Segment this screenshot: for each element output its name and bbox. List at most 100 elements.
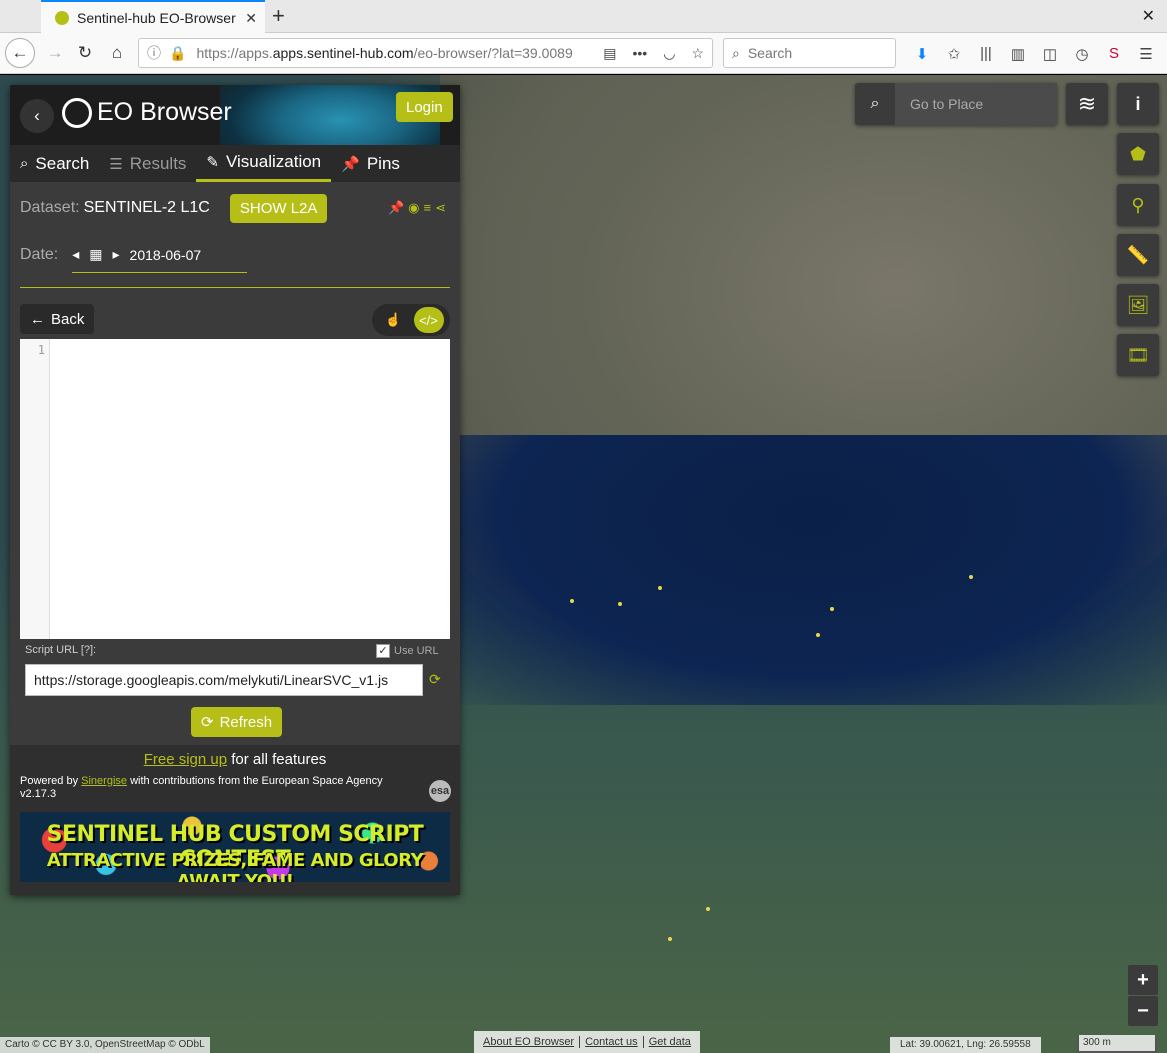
prev-date-icon[interactable]: ◂ <box>72 246 79 263</box>
zoom-in-button[interactable]: + <box>1128 965 1158 995</box>
sliders-icon[interactable]: ≡ <box>424 200 436 215</box>
pin-icon[interactable]: 📌 <box>388 200 408 215</box>
dataset-value: SENTINEL-2 L1C <box>83 199 210 216</box>
lat-lng-readout: Lat: 39.00621, Lng: 26.59558 <box>890 1037 1041 1053</box>
dataset-label: Dataset: <box>20 199 80 216</box>
date-picker[interactable]: ◂ ▦ ▸ 2018-06-07 <box>72 237 248 273</box>
browser-search-input[interactable]: ⌕ Search <box>723 38 896 68</box>
tab-label: Results <box>129 153 187 173</box>
date-label: Date: <box>20 246 59 263</box>
search-icon: ⌕ <box>732 44 740 61</box>
visibility-icon[interactable]: ◉ <box>408 200 423 215</box>
free-signup-link[interactable]: Free sign up <box>144 751 227 768</box>
go-to-place[interactable]: ⌕ Go to Place <box>855 83 1057 125</box>
bookmark-star-icon[interactable]: ☆ <box>691 45 704 62</box>
get-data-link[interactable]: Get data <box>644 1036 696 1048</box>
signup-rest: for all features <box>227 751 327 768</box>
browser-toolbar-icons: ⬇ ✩ ||| ▥ ◫ ◷ S ☰ <box>906 33 1162 74</box>
contributions-text: with contributions from the European Spa… <box>127 775 383 787</box>
banner-line-2: ATTRACTIVE PRIZES, FAME AND GLORY AWAIT … <box>46 850 424 882</box>
coastal-water <box>440 435 1167 705</box>
login-button[interactable]: Login <box>396 92 453 122</box>
history-icon[interactable]: ◷ <box>1066 45 1098 63</box>
browser-tab-bar: Sentinel-hub EO-Browser ✕ + ✕ <box>0 0 1167 34</box>
more-actions-icon[interactable]: ••• <box>633 45 648 61</box>
map-marker-icon[interactable]: ⚲ <box>1117 184 1159 226</box>
footer-links: About EO Browser Contact us Get data <box>474 1031 700 1053</box>
tab-search[interactable]: ⌕ Search <box>10 145 99 182</box>
app-title: EO Browser <box>97 98 232 126</box>
tab-title: Sentinel-hub EO-Browser <box>77 10 236 26</box>
editor-mode-toggle: ☝ </> <box>372 304 450 336</box>
forward-arrow-icon[interactable]: → <box>40 38 70 68</box>
film-icon[interactable]: 🎞 <box>1117 334 1159 376</box>
version-text: v2.17.3 <box>20 788 57 800</box>
close-tab-icon[interactable]: ✕ <box>245 10 257 27</box>
library-icon[interactable]: ||| <box>970 45 1002 62</box>
collapse-panel-button[interactable]: ‹ <box>20 99 54 133</box>
tab-results[interactable]: ☰ Results <box>99 145 196 182</box>
contest-banner[interactable]: SENTINEL HUB CUSTOM SCRIPT CONTEST ATTRA… <box>20 812 450 882</box>
map-dot <box>618 602 622 606</box>
line-number: 1 <box>37 343 45 357</box>
back-arrow-icon[interactable]: ← <box>5 38 35 68</box>
layers-icon[interactable]: ≋ <box>1066 83 1108 125</box>
contact-link[interactable]: Contact us <box>580 1036 644 1048</box>
browser-tab[interactable]: Sentinel-hub EO-Browser ✕ <box>41 0 265 34</box>
tab-pins[interactable]: 📌 Pins <box>331 145 410 182</box>
download-icon[interactable]: ⬇ <box>906 45 938 63</box>
refresh-icon: ⟳ <box>201 714 214 731</box>
reader-view-icon[interactable]: ▤ <box>603 45 616 62</box>
map-dot <box>658 586 662 590</box>
code-icon[interactable]: </> <box>413 307 444 333</box>
zoom-out-button[interactable]: − <box>1128 996 1158 1026</box>
search-icon[interactable]: ⌕ <box>855 95 895 113</box>
script-editor[interactable]: 1 <box>20 339 450 639</box>
info-icon[interactable]: i <box>1117 83 1159 125</box>
reload-icon[interactable]: ↻ <box>70 38 100 68</box>
script-url-input[interactable]: https://storage.googleapis.com/melykuti/… <box>25 664 423 696</box>
info-icon[interactable]: ⓘ <box>147 43 161 63</box>
refresh-label: Refresh <box>219 713 273 731</box>
date-row: Date: ◂ ▦ ▸ 2018-06-07 <box>20 237 450 273</box>
bookmarks-icon[interactable]: ✩ <box>938 45 970 63</box>
brush-icon: ✎ <box>206 154 219 171</box>
show-l2a-button[interactable]: SHOW L2A <box>229 193 328 223</box>
url-bar[interactable]: ⓘ 🔒 https://apps.apps.sentinel-hub.com/e… <box>138 38 713 68</box>
close-window-icon[interactable]: ✕ <box>1142 6 1155 26</box>
sinergise-link[interactable]: Sinergise <box>81 775 127 787</box>
next-date-icon[interactable]: ▸ <box>113 246 120 263</box>
new-tab-icon[interactable]: + <box>272 3 285 29</box>
extension-icon[interactable]: S <box>1098 45 1130 62</box>
esa-logo-icon: esa <box>429 780 451 802</box>
hand-icon[interactable]: ☝ <box>379 307 409 333</box>
sidebar-icon[interactable]: ◫ <box>1034 45 1066 63</box>
reading-list-icon[interactable]: ▥ <box>1002 45 1034 63</box>
favicon-icon <box>55 11 69 25</box>
image-download-icon[interactable]: 🖼 <box>1117 284 1159 326</box>
reload-icon[interactable]: ⟳ <box>429 671 441 688</box>
menu-icon[interactable]: ☰ <box>1130 45 1162 63</box>
search-icon: ⌕ <box>20 155 29 172</box>
go-to-place-input[interactable]: Go to Place <box>895 83 1057 125</box>
line-number-gutter: 1 <box>20 339 50 639</box>
calendar-icon[interactable]: ▦ <box>89 246 102 263</box>
back-label: Back <box>51 310 85 328</box>
url-text: https://apps.apps.sentinel-hub.com/eo-br… <box>196 45 573 61</box>
pentagon-draw-icon[interactable]: ⬟ <box>1117 133 1159 175</box>
use-url-checkbox[interactable]: ✓ Use URL <box>376 644 439 658</box>
tab-visualization[interactable]: ✎ Visualization <box>196 145 332 182</box>
powered-by: Powered by <box>20 775 82 787</box>
about-link[interactable]: About EO Browser <box>478 1036 581 1048</box>
script-url-label: Script URL [?]: <box>25 644 97 656</box>
home-icon[interactable]: ⌂ <box>102 38 132 68</box>
map-dot <box>706 907 710 911</box>
refresh-button[interactable]: ⟳ Refresh <box>191 707 283 737</box>
ruler-icon[interactable]: 📏 <box>1117 234 1159 276</box>
map-dot <box>668 937 672 941</box>
pocket-icon[interactable]: ◡ <box>663 45 675 62</box>
back-button[interactable]: ← Back <box>20 304 95 334</box>
checkmark-icon[interactable]: ✓ <box>376 644 390 658</box>
share-icon[interactable]: ⋖ <box>435 200 450 215</box>
search-placeholder: Search <box>747 45 793 61</box>
